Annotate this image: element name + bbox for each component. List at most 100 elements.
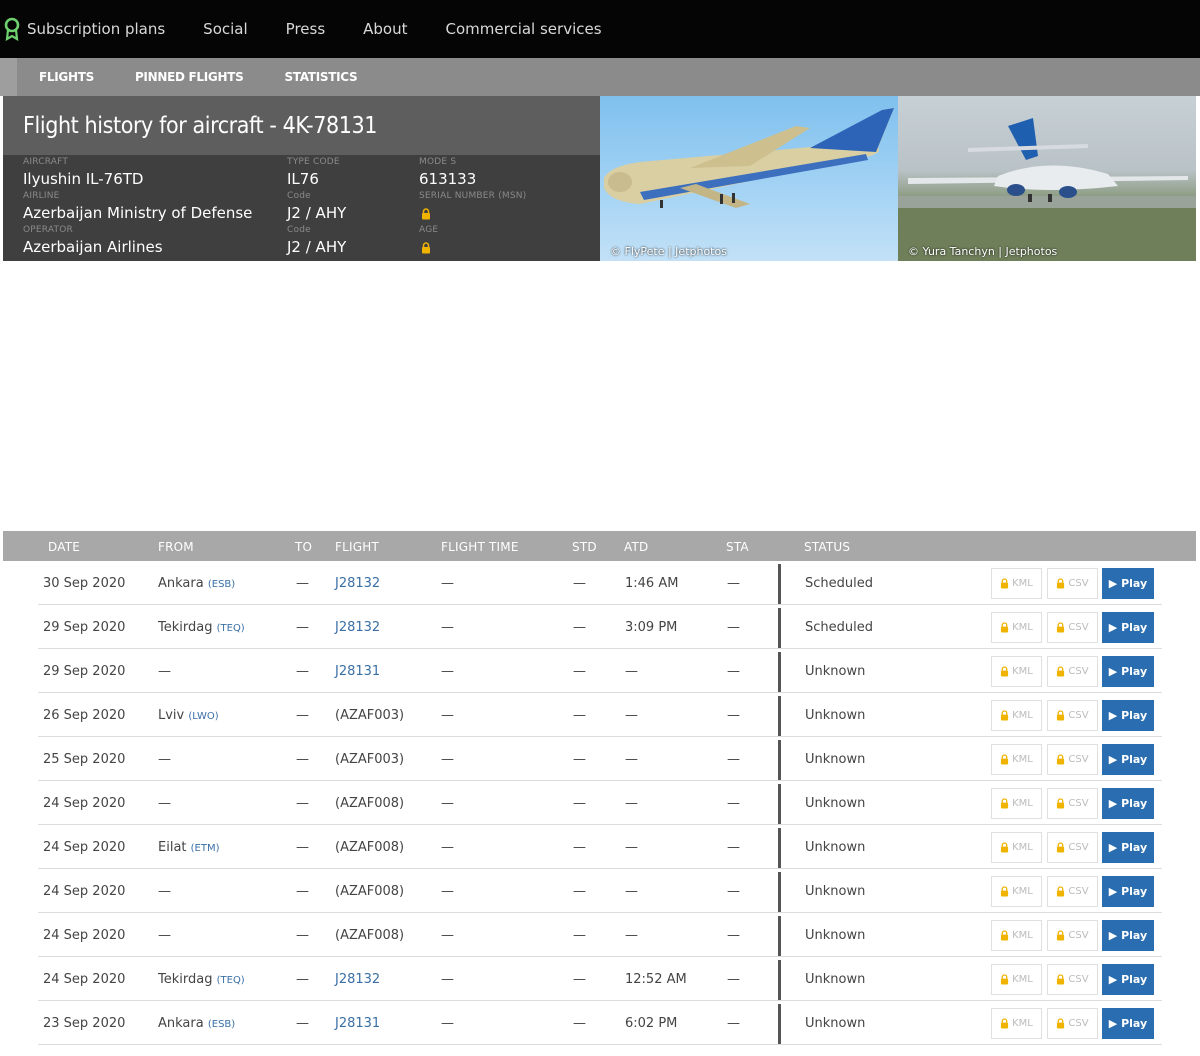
cell-flight[interactable]: J28131 (335, 1016, 380, 1031)
column-atd[interactable]: ATD (624, 540, 648, 554)
cell-to: — (296, 1016, 309, 1031)
tab-flights[interactable]: FLIGHTS (39, 70, 94, 84)
play-button[interactable]: ▶ Play (1102, 832, 1154, 863)
award-ribbon-icon[interactable] (3, 17, 21, 41)
tab-statistics[interactable]: STATISTICS (284, 70, 357, 84)
lock-icon (422, 208, 430, 220)
cell-sta: — (727, 884, 740, 899)
column-date[interactable]: DATE (48, 540, 80, 554)
csv-button[interactable]: CSV (1047, 568, 1098, 599)
from-airport-code[interactable]: (ESB) (208, 579, 235, 590)
cell-flight-time: — (441, 796, 454, 811)
from-airport-code[interactable]: (ESB) (208, 1019, 235, 1030)
csv-button[interactable]: CSV (1047, 920, 1098, 951)
cell-flight[interactable]: J28132 (335, 620, 380, 635)
cell-flight-time: — (441, 884, 454, 899)
status-indicator (778, 960, 781, 1000)
cell-flight[interactable]: J28132 (335, 576, 380, 591)
column-from[interactable]: FROM (158, 540, 194, 554)
csv-button[interactable]: CSV (1047, 744, 1098, 775)
column-to[interactable]: TO (295, 540, 312, 554)
kml-button[interactable]: KML (991, 656, 1042, 687)
lock-icon (1001, 666, 1009, 677)
nav-about[interactable]: About (363, 20, 407, 38)
csv-button[interactable]: CSV (1047, 612, 1098, 643)
play-label: ▶ Play (1108, 797, 1148, 810)
top-navigation: Subscription plans Social Press About Co… (0, 0, 1200, 58)
column-status[interactable]: STATUS (804, 540, 850, 554)
cell-status: Unknown (805, 1016, 866, 1031)
value-airline: Azerbaijan Ministry of Defense (23, 204, 253, 222)
kml-button[interactable]: KML (991, 788, 1042, 819)
csv-button[interactable]: CSV (1047, 964, 1098, 995)
lock-icon (1057, 798, 1065, 809)
cell-flight[interactable]: J28131 (335, 664, 380, 679)
csv-label: CSV (1068, 622, 1089, 633)
value-operator: Azerbaijan Airlines (23, 238, 163, 256)
label-age: AGE (419, 225, 439, 235)
play-button[interactable]: ▶ Play (1102, 788, 1154, 819)
play-button[interactable]: ▶ Play (1102, 876, 1154, 907)
csv-button[interactable]: CSV (1047, 700, 1098, 731)
kml-button[interactable]: KML (991, 920, 1042, 951)
kml-button[interactable]: KML (991, 744, 1042, 775)
kml-button[interactable]: KML (991, 832, 1042, 863)
nav-social[interactable]: Social (203, 20, 247, 38)
cell-status: Scheduled (805, 620, 873, 635)
tab-pinned-flights[interactable]: PINNED FLIGHTS (135, 70, 244, 84)
cell-sta: — (727, 664, 740, 679)
cell-status: Scheduled (805, 576, 873, 591)
cell-date: 24 Sep 2020 (43, 972, 126, 987)
csv-button[interactable]: CSV (1047, 656, 1098, 687)
kml-button[interactable]: KML (991, 964, 1042, 995)
photo-credit-1: © FlyPete | Jetphotos (610, 245, 727, 258)
nav-subscription-plans[interactable]: Subscription plans (27, 20, 165, 38)
play-label: ▶ Play (1108, 929, 1148, 942)
csv-button[interactable]: CSV (1047, 832, 1098, 863)
kml-label: KML (1012, 798, 1033, 809)
cell-flight[interactable]: J28132 (335, 972, 380, 987)
cell-sta: — (727, 796, 740, 811)
play-button[interactable]: ▶ Play (1102, 920, 1154, 951)
kml-button[interactable]: KML (991, 700, 1042, 731)
csv-button[interactable]: CSV (1047, 876, 1098, 907)
from-city: Tekirdag (158, 620, 213, 635)
column-flight[interactable]: FLIGHT (335, 540, 379, 554)
lock-icon (1001, 622, 1009, 633)
cell-status: Unknown (805, 708, 866, 723)
csv-button[interactable]: CSV (1047, 788, 1098, 819)
column-flight-time[interactable]: FLIGHT TIME (441, 540, 519, 554)
play-button[interactable]: ▶ Play (1102, 568, 1154, 599)
cell-atd: — (625, 884, 638, 899)
kml-button[interactable]: KML (991, 612, 1042, 643)
from-airport-code[interactable]: (TEQ) (217, 623, 245, 634)
play-button[interactable]: ▶ Play (1102, 656, 1154, 687)
lock-icon (1057, 930, 1065, 941)
csv-label: CSV (1068, 666, 1089, 677)
from-airport-code[interactable]: (ETM) (191, 843, 220, 854)
airplane-in-flight-image (604, 108, 894, 208)
aircraft-photo-2[interactable]: © Yura Tanchyn | Jetphotos (898, 96, 1196, 261)
from-airport-code[interactable]: (LWO) (188, 711, 218, 722)
kml-button[interactable]: KML (991, 1008, 1042, 1039)
kml-button[interactable]: KML (991, 568, 1042, 599)
lock-icon (1001, 930, 1009, 941)
nav-press[interactable]: Press (286, 20, 325, 38)
play-button[interactable]: ▶ Play (1102, 700, 1154, 731)
airplane-on-runway-image (898, 118, 1196, 261)
from-airport-code[interactable]: (TEQ) (217, 975, 245, 986)
play-button[interactable]: ▶ Play (1102, 964, 1154, 995)
play-button[interactable]: ▶ Play (1102, 612, 1154, 643)
play-button[interactable]: ▶ Play (1102, 1008, 1154, 1039)
csv-button[interactable]: CSV (1047, 1008, 1098, 1039)
nav-commercial-services[interactable]: Commercial services (446, 20, 602, 38)
lock-icon (1001, 754, 1009, 765)
cell-date: 29 Sep 2020 (43, 620, 126, 635)
column-sta[interactable]: STA (726, 540, 749, 554)
cell-flight-time: — (441, 840, 454, 855)
column-std[interactable]: STD (572, 540, 597, 554)
kml-button[interactable]: KML (991, 876, 1042, 907)
aircraft-photo-1[interactable]: © FlyPete | Jetphotos (600, 96, 898, 261)
play-button[interactable]: ▶ Play (1102, 744, 1154, 775)
cell-std: — (573, 752, 586, 767)
